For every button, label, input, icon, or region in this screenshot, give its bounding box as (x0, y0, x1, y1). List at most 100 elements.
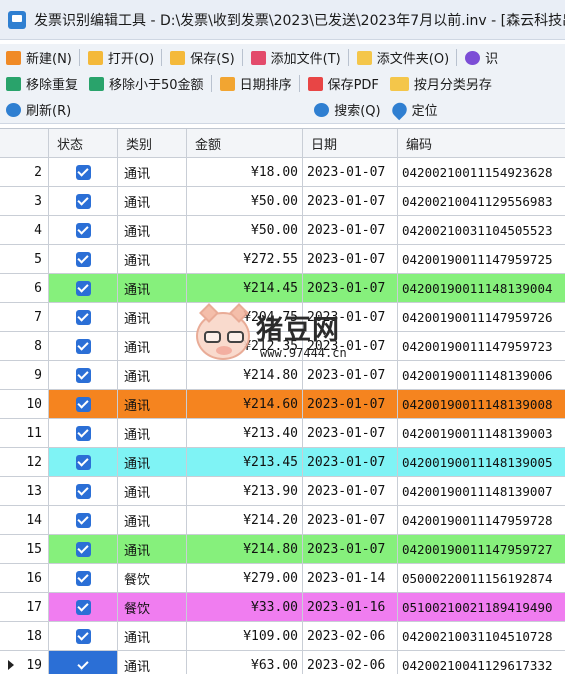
row-index[interactable]: 2 (0, 158, 49, 187)
table-row[interactable]: 4 通讯 ¥50.00 2023-01-07 04200210031104505523 (0, 216, 565, 245)
amount-cell[interactable]: ¥214.80 (187, 535, 303, 564)
table-row[interactable]: 18 通讯 ¥109.00 2023-02-06 0420021003110451072… (0, 622, 565, 651)
category-cell[interactable]: 通讯 (118, 245, 187, 274)
date-cell[interactable]: 2023-02-06 (303, 651, 398, 674)
amount-cell[interactable]: ¥212.35 (187, 332, 303, 361)
sort-by-date-button[interactable]: 日期排序 (214, 73, 297, 95)
table-row[interactable]: 9 通讯 ¥214.80 2023-01-07 04200190011148139006 (0, 361, 565, 390)
table-row[interactable]: 6 通讯 ¥214.45 2023-01-07 04200190011148139004 (0, 274, 565, 303)
column-header-index[interactable] (0, 129, 49, 158)
code-cell[interactable]: 04200190011147959728 (398, 506, 565, 535)
row-index[interactable]: 4 (0, 216, 49, 245)
date-cell[interactable]: 2023-01-07 (303, 216, 398, 245)
table-row[interactable]: 15 通讯 ¥214.80 2023-01-07 0420019001114795972… (0, 535, 565, 564)
code-cell[interactable]: 04200210041129556983 (398, 187, 565, 216)
table-row[interactable]: 10 通讯 ¥214.60 2023-01-07 0420019001114813900… (0, 390, 565, 419)
category-cell[interactable]: 通讯 (118, 361, 187, 390)
category-cell[interactable]: 通讯 (118, 419, 187, 448)
add-folder-button[interactable]: 添文件夹(O) (351, 47, 454, 69)
category-cell[interactable]: 通讯 (118, 187, 187, 216)
code-cell[interactable]: 04200190011147959723 (398, 332, 565, 361)
open-button[interactable]: 打开(O) (82, 47, 159, 69)
table-row[interactable]: 5 通讯 ¥272.55 2023-01-07 04200190011147959725 (0, 245, 565, 274)
amount-cell[interactable]: ¥213.45 (187, 448, 303, 477)
code-cell[interactable]: 04200190011148139003 (398, 419, 565, 448)
category-cell[interactable]: 通讯 (118, 535, 187, 564)
code-cell[interactable]: 05000220011156192874 (398, 564, 565, 593)
table-row[interactable]: 12 通讯 ¥213.45 2023-01-07 0420019001114813900… (0, 448, 565, 477)
status-checkbox[interactable] (75, 628, 91, 644)
amount-cell[interactable]: ¥272.55 (187, 245, 303, 274)
date-cell[interactable]: 2023-01-07 (303, 187, 398, 216)
status-checkbox[interactable] (75, 512, 91, 528)
category-cell[interactable]: 通讯 (118, 506, 187, 535)
remove-duplicates-button[interactable]: 移除重复 (0, 73, 83, 95)
amount-cell[interactable]: ¥214.45 (187, 274, 303, 303)
table-row[interactable]: 8 通讯 ¥212.35 2023-01-07 04200190011147959723 (0, 332, 565, 361)
invoice-table[interactable]: 状态 类别 金额 日期 编码 2 通讯 ¥18.00 2023-01-07 042002… (0, 128, 565, 674)
table-row[interactable]: 17 餐饮 ¥33.00 2023-01-16 05100210021189419490 (0, 593, 565, 622)
save-by-month-button[interactable]: 按月分类另存 (384, 73, 497, 95)
date-cell[interactable]: 2023-01-16 (303, 593, 398, 622)
category-cell[interactable]: 通讯 (118, 158, 187, 187)
column-header-status[interactable]: 状态 (49, 129, 118, 158)
category-cell[interactable]: 通讯 (118, 477, 187, 506)
row-index[interactable]: 19 (0, 651, 49, 674)
status-checkbox[interactable] (75, 193, 91, 209)
row-index[interactable]: 17 (0, 593, 49, 622)
column-header-amount[interactable]: 金额 (187, 129, 303, 158)
status-checkbox[interactable] (75, 280, 91, 296)
status-checkbox[interactable] (75, 251, 91, 267)
status-checkbox[interactable] (75, 454, 91, 470)
amount-cell[interactable]: ¥33.00 (187, 593, 303, 622)
table-row[interactable]: 7 通讯 ¥204.75 2023-01-07 04200190011147959726 (0, 303, 565, 332)
amount-cell[interactable]: ¥214.20 (187, 506, 303, 535)
category-cell[interactable]: 通讯 (118, 332, 187, 361)
amount-cell[interactable]: ¥50.00 (187, 216, 303, 245)
category-cell[interactable]: 通讯 (118, 651, 187, 674)
date-cell[interactable]: 2023-01-07 (303, 332, 398, 361)
category-cell[interactable]: 通讯 (118, 622, 187, 651)
code-cell[interactable]: 04200210031104510728 (398, 622, 565, 651)
row-index[interactable]: 9 (0, 361, 49, 390)
category-cell[interactable]: 通讯 (118, 390, 187, 419)
row-index[interactable]: 18 (0, 622, 49, 651)
save-button[interactable]: 保存(S) (164, 47, 239, 69)
row-index[interactable]: 6 (0, 274, 49, 303)
status-checkbox[interactable] (75, 570, 91, 586)
column-header-date[interactable]: 日期 (303, 129, 398, 158)
code-cell[interactable]: 04200190011148139008 (398, 390, 565, 419)
date-cell[interactable]: 2023-01-07 (303, 535, 398, 564)
locate-button[interactable]: 定位 (386, 99, 443, 121)
code-cell[interactable]: 04200190011148139007 (398, 477, 565, 506)
category-cell[interactable]: 餐饮 (118, 564, 187, 593)
refresh-button[interactable]: 刷新(R) (0, 99, 76, 121)
row-index[interactable]: 15 (0, 535, 49, 564)
table-row[interactable]: 19 通讯 ¥63.00 2023-02-06 04200210041129617332 (0, 651, 565, 674)
row-index[interactable]: 13 (0, 477, 49, 506)
table-row[interactable]: 14 通讯 ¥214.20 2023-01-07 0420019001114795972… (0, 506, 565, 535)
code-cell[interactable]: 04200190011148139005 (398, 448, 565, 477)
add-file-button[interactable]: 添加文件(T) (245, 47, 346, 69)
code-cell[interactable]: 04200210041129617332 (398, 651, 565, 674)
row-index[interactable]: 3 (0, 187, 49, 216)
amount-cell[interactable]: ¥109.00 (187, 622, 303, 651)
status-checkbox[interactable] (75, 338, 91, 354)
status-checkbox[interactable] (75, 599, 91, 615)
category-cell[interactable]: 通讯 (118, 274, 187, 303)
date-cell[interactable]: 2023-01-07 (303, 419, 398, 448)
amount-cell[interactable]: ¥214.80 (187, 361, 303, 390)
amount-cell[interactable]: ¥50.00 (187, 187, 303, 216)
code-cell[interactable]: 04200190011147959725 (398, 245, 565, 274)
table-row[interactable]: 11 通讯 ¥213.40 2023-01-07 0420019001114813900… (0, 419, 565, 448)
recognize-button[interactable]: 识 (459, 47, 503, 69)
amount-cell[interactable]: ¥213.40 (187, 419, 303, 448)
status-checkbox[interactable] (75, 396, 91, 412)
status-checkbox[interactable] (75, 425, 91, 441)
column-header-category[interactable]: 类别 (118, 129, 187, 158)
remove-under-50-button[interactable]: 移除小于50金额 (83, 73, 209, 95)
date-cell[interactable]: 2023-01-07 (303, 477, 398, 506)
amount-cell[interactable]: ¥204.75 (187, 303, 303, 332)
status-checkbox[interactable] (75, 309, 91, 325)
table-row[interactable]: 3 通讯 ¥50.00 2023-01-07 04200210041129556983 (0, 187, 565, 216)
